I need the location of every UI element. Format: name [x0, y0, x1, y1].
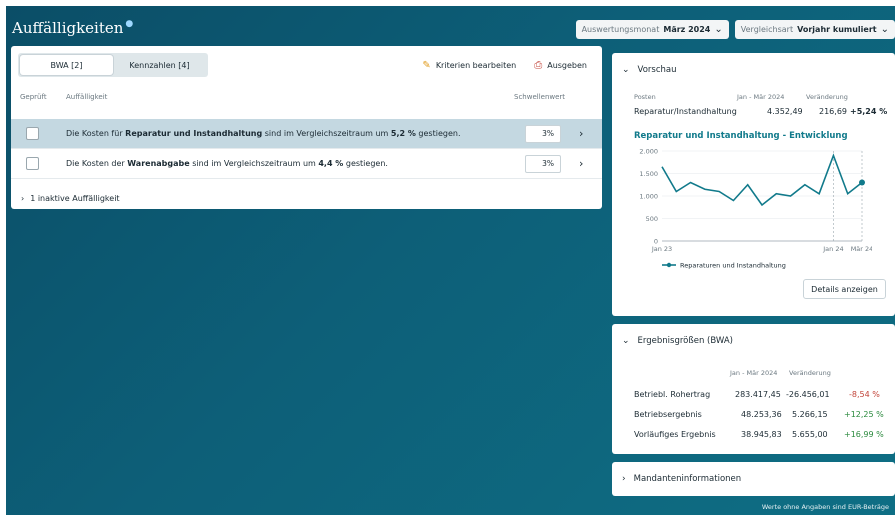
chevron-down-icon: ⌄ — [622, 65, 630, 75]
x-tick-label: Mär 24 — [851, 245, 872, 253]
footer-note: Werte ohne Angaben sind EUR-Beträge — [761, 503, 889, 511]
table-row[interactable]: Die Kosten der Warenabgabe sind im Vergl… — [11, 149, 602, 179]
print-button[interactable]: ⎙ Ausgeben — [534, 60, 587, 71]
results-value: 283.417,45 — [735, 390, 781, 399]
chevron-right-icon[interactable]: › — [579, 157, 583, 170]
results-value: 38.945,83 — [741, 430, 782, 439]
results-col-change: Veränderung — [789, 369, 831, 377]
page-title: Auffälligkeiten ● — [12, 19, 133, 37]
legend-marker — [666, 262, 672, 268]
results-label: Vorläufiges Ergebnis — [634, 430, 716, 439]
printer-icon: ⎙ — [534, 60, 543, 71]
results-title: Ergebnisgrößen (BWA) — [637, 336, 733, 346]
page-title-text: Auffälligkeiten — [12, 19, 124, 37]
chart-title: Reparatur und Instandhaltung - Entwicklu… — [634, 131, 848, 141]
line-chart: 05001.0001.5002.000Jan 23 Jan 24 Mär 24Rep… — [639, 148, 872, 270]
results-row: Betriebl. Rohertrag 283.417,45 -26.456,0… — [612, 390, 895, 410]
checked-checkbox[interactable] — [26, 157, 39, 170]
tab-bar: BWA [2] Kennzahlen [4] — [18, 53, 208, 77]
checked-checkbox[interactable] — [26, 127, 39, 140]
mandant-header[interactable]: › Mandanteninformationen — [622, 474, 741, 484]
chevron-down-icon: ⌄ — [880, 24, 889, 35]
comparison-select[interactable]: Vergleichsart Vorjahr kumuliert ⌄ — [734, 20, 895, 39]
col-checked: Geprüft — [20, 93, 47, 101]
finding-text: Die Kosten der Warenabgabe sind im Vergl… — [66, 159, 388, 168]
col-finding: Auffälligkeit — [66, 93, 108, 101]
results-label: Betriebl. Rohertrag — [634, 390, 711, 399]
col-period: Jan - Mär 2024 — [737, 93, 785, 101]
app-background: Auffälligkeiten ● Auswertungsmonat März 2… — [6, 6, 895, 515]
details-button[interactable]: Details anzeigen — [803, 279, 886, 299]
x-tick-label: Jan 23 — [651, 245, 672, 253]
results-value: 48.253,36 — [741, 410, 782, 419]
preview-value: 4.352,49 — [767, 107, 803, 116]
filter-selectors: Auswertungsmonat März 2024 ⌄ Vergleichsa… — [575, 20, 895, 39]
preview-change: 216,69 — [819, 107, 847, 116]
y-tick-label: 2.000 — [639, 148, 658, 156]
preview-item: Reparatur/Instandhaltung — [634, 107, 737, 116]
findings-panel: BWA [2] Kennzahlen [4] ✎ Kriterien bearb… — [11, 46, 602, 209]
results-pct: +12,25 % — [844, 410, 884, 419]
mandant-title: Mandanteninformationen — [633, 474, 742, 484]
comparison-select-label: Vergleichsart — [740, 25, 794, 34]
table-row[interactable]: Die Kosten für Reparatur und Instandhalt… — [11, 119, 602, 149]
legend-label: Reparaturen und Instandhaltung — [680, 262, 786, 270]
col-change: Veränderung — [806, 93, 848, 101]
toolbar: ✎ Kriterien bearbeiten ⎙ Ausgeben — [422, 60, 587, 71]
results-row: Vorläufiges Ergebnis 38.945,83 5.655,00 … — [612, 430, 895, 450]
threshold-input[interactable]: 3% — [525, 124, 561, 143]
tab-bwa[interactable]: BWA [2] — [20, 55, 113, 75]
info-dot-icon: ● — [125, 19, 134, 29]
tab-kennzahlen[interactable]: Kennzahlen [4] — [113, 55, 206, 75]
chevron-right-icon: › — [21, 194, 25, 203]
month-select[interactable]: Auswertungsmonat März 2024 ⌄ — [575, 20, 729, 39]
results-change: -26.456,01 — [786, 390, 830, 399]
results-change: 5.266,15 — [792, 410, 828, 419]
preview-panel: ⌄ Vorschau Posten Jan - Mär 2024 Verände… — [612, 53, 895, 316]
inactive-findings-toggle[interactable]: › 1 inaktive Auffälligkeit — [21, 194, 120, 203]
month-select-value: März 2024 — [663, 25, 711, 34]
col-position: Posten — [634, 93, 656, 101]
y-tick-label: 500 — [646, 215, 658, 223]
results-header[interactable]: ⌄ Ergebnisgrößen (BWA) — [622, 336, 733, 346]
edit-criteria-label: Kriterien bearbeiten — [435, 61, 517, 70]
results-label: Betriebsergebnis — [634, 410, 702, 419]
results-pct: -8,54 % — [849, 390, 880, 399]
comparison-select-value: Vorjahr kumuliert — [797, 25, 877, 34]
x-tick-label: Jan 24 — [822, 245, 843, 253]
print-label: Ausgeben — [547, 61, 587, 70]
inactive-findings-label: 1 inaktive Auffälligkeit — [30, 194, 120, 203]
results-change: 5.655,00 — [792, 430, 828, 439]
col-threshold: Schwellenwert — [514, 93, 566, 101]
y-tick-label: 1.000 — [639, 193, 658, 201]
edit-criteria-button[interactable]: ✎ Kriterien bearbeiten — [422, 60, 516, 71]
chevron-down-icon: ⌄ — [714, 24, 723, 35]
chevron-down-icon: ⌄ — [622, 336, 630, 346]
chevron-right-icon: › — [622, 474, 626, 484]
preview-header[interactable]: ⌄ Vorschau — [622, 65, 676, 75]
y-tick-label: 1.500 — [639, 170, 658, 178]
pencil-icon: ✎ — [422, 60, 431, 71]
results-pct: +16,99 % — [844, 430, 884, 439]
preview-change-pct: +5,24 % — [850, 107, 888, 116]
results-row: Betriebsergebnis 48.253,36 5.266,15 +12,… — [612, 410, 895, 430]
results-col-period: Jan - Mär 2024 — [730, 369, 778, 377]
results-panel: ⌄ Ergebnisgrößen (BWA) Jan - Mär 2024 Ve… — [612, 324, 895, 454]
month-select-label: Auswertungsmonat — [581, 25, 660, 34]
mandant-panel[interactable]: › Mandanteninformationen — [612, 462, 895, 496]
threshold-input[interactable]: 3% — [525, 154, 561, 173]
preview-title: Vorschau — [637, 65, 677, 75]
finding-text: Die Kosten für Reparatur und Instandhalt… — [66, 129, 461, 138]
series-line — [661, 153, 863, 207]
data-point — [859, 179, 865, 186]
chevron-right-icon[interactable]: › — [579, 127, 583, 140]
